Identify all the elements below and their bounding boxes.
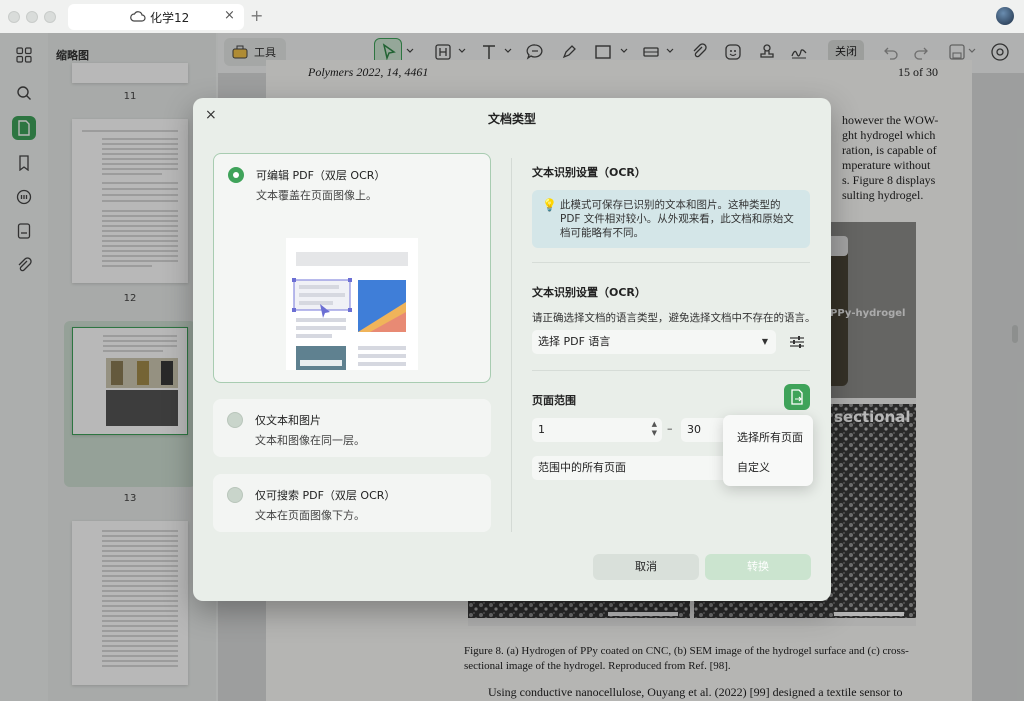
page-range-title: 页面范围 [532,394,576,407]
editable-pdf-illustration [286,238,418,370]
menu-item-custom[interactable]: 自定义 [737,459,770,475]
range-select[interactable]: 范围中的所有页面 [532,456,732,480]
option-desc: 文本覆盖在页面图像上。 [256,189,377,202]
option-searchable-pdf[interactable]: 仅可搜索 PDF（双层 OCR） 文本在页面图像下方。 [213,474,491,532]
page-range-options-button[interactable] [784,384,810,410]
page-swap-icon [791,389,803,405]
language-select-value: 选择 PDF 语言 [538,335,611,348]
option-text-and-images[interactable]: 仅文本和图片 文本和图像在同一层。 [213,399,491,457]
menu-item-select-all-pages[interactable]: 选择所有页面 [737,429,803,445]
vertical-divider [511,158,512,532]
info-box: 💡 此模式可保存已识别的文本和图片。这种类型的 PDF 文件相对较小。从外观来看… [532,190,810,248]
section-divider [532,370,810,371]
option-title: 仅可搜索 PDF（双层 OCR） [255,489,396,502]
window-zoom-dot[interactable] [44,11,56,23]
radio-selected[interactable] [228,167,244,183]
stepper-arrows-icon[interactable]: ▲ ▼ [652,420,657,438]
lightbulb-icon: 💡 [542,198,557,212]
window-close-dot[interactable] [8,11,20,23]
document-tab[interactable]: 化学12 × [68,4,244,30]
convert-button[interactable]: 转换 [705,554,811,580]
range-from-input[interactable]: 1 ▲ ▼ [532,418,662,442]
language-description: 请正确选择文档的语言类型，避免选择文档中不存在的语言。 [532,312,816,324]
cancel-button[interactable]: 取消 [593,554,699,580]
title-bar: 化学12 × + [0,0,1024,33]
new-tab-button[interactable]: + [250,6,263,25]
language-select[interactable]: 选择 PDF 语言 ▼ [532,330,776,354]
ocr-settings-title: 文本识别设置（OCR） [532,286,646,299]
tab-close-button[interactable]: × [224,8,235,23]
range-from-value: 1 [538,423,545,436]
tab-title: 化学12 [150,11,190,25]
range-select-value: 范围中的所有页面 [538,461,626,474]
section-divider [532,262,810,263]
range-popup-menu: 选择所有页面 自定义 [723,415,813,486]
range-to-value: 30 [687,423,701,436]
window-minimize-dot[interactable] [26,11,38,23]
range-separator: – [667,422,673,435]
dialog-title: 文档类型 [487,112,536,126]
option-desc: 文本和图像在同一层。 [255,434,365,447]
dropdown-arrow-icon: ▼ [761,337,768,346]
option-desc: 文本在页面图像下方。 [255,509,365,522]
option-title: 可编辑 PDF（双层 OCR） [256,169,386,182]
radio-unselected[interactable] [227,487,243,503]
cloud-icon [130,11,146,22]
document-type-dialog: × 文档类型 可编辑 PDF（双层 OCR） 文本覆盖在页面图像上。 仅文本和图… [193,98,831,601]
option-editable-pdf[interactable]: 可编辑 PDF（双层 OCR） 文本覆盖在页面图像上。 [213,153,491,383]
sliders-icon[interactable] [789,334,805,350]
info-text: 此模式可保存已识别的文本和图片。这种类型的 PDF 文件相对较小。从外观来看，此… [560,199,794,239]
option-title: 仅文本和图片 [255,414,321,427]
ocr-settings-title: 文本识别设置（OCR） [532,166,646,179]
avatar[interactable] [996,7,1014,25]
radio-unselected[interactable] [227,412,243,428]
